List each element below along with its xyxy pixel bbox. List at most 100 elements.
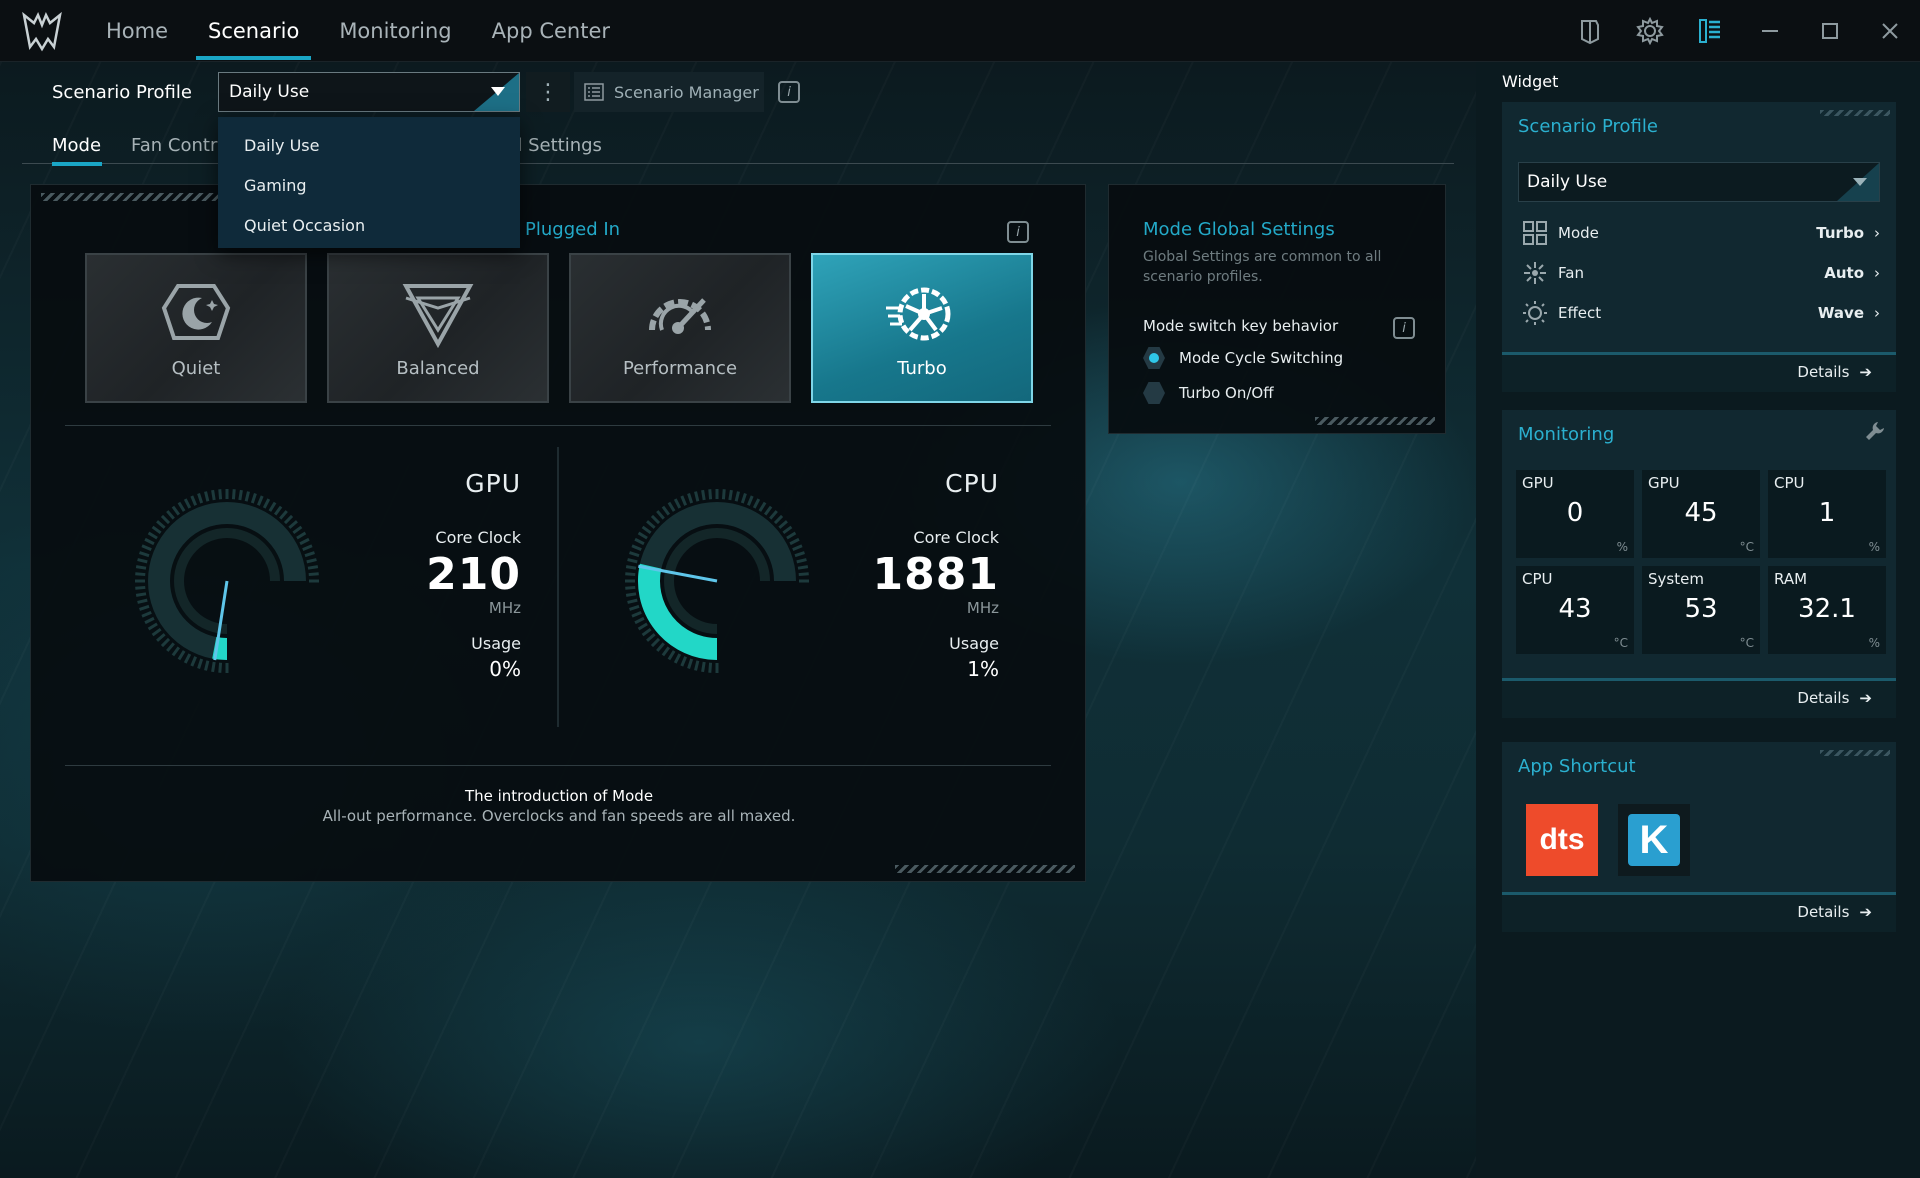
gauge-tick bbox=[752, 498, 761, 509]
nav-tab-monitoring[interactable]: Monitoring bbox=[319, 0, 471, 62]
monitoring-grid: GPU 0 % GPU 45 °C CPU 1 % CPU 43 °C Syst… bbox=[1516, 470, 1886, 654]
arrow-right-icon: ➔ bbox=[1859, 363, 1872, 381]
widget-profile-details-link[interactable]: Details ➔ bbox=[1797, 363, 1872, 381]
widget-shortcut-details-link[interactable]: Details ➔ bbox=[1797, 903, 1872, 921]
scenario-profile-select[interactable]: Daily Use bbox=[218, 72, 520, 112]
scenario-manager-label: Scenario Manager bbox=[614, 82, 759, 102]
scenario-profile-dropdown: Daily Use Gaming Quiet Occasion bbox=[218, 117, 520, 248]
widget-row-mode[interactable]: Mode Turbo › bbox=[1522, 216, 1880, 250]
gauge-separator bbox=[557, 447, 559, 727]
monitor-value: 0 bbox=[1566, 498, 1584, 528]
gauge-tick bbox=[792, 544, 803, 552]
wrench-icon[interactable] bbox=[1864, 420, 1886, 442]
gauge-tick bbox=[137, 558, 148, 564]
fan-icon bbox=[1524, 262, 1546, 284]
widget-monitoring-details-link[interactable]: Details ➔ bbox=[1797, 689, 1872, 707]
gauge-tick bbox=[211, 661, 216, 673]
laptop-shield-icon bbox=[1581, 19, 1599, 44]
mode-card-turbo[interactable]: Turbo bbox=[811, 253, 1033, 403]
widget-card-footer: Details ➔ bbox=[1502, 892, 1896, 932]
widget-panel-button[interactable] bbox=[1680, 0, 1740, 62]
radio-turbo-on-off[interactable]: Turbo On/Off bbox=[1143, 382, 1274, 404]
gauge-tick bbox=[667, 650, 676, 661]
gauge-tick bbox=[625, 585, 636, 590]
widget-row-fan[interactable]: Fan Auto › bbox=[1522, 256, 1880, 290]
widget-card-title: Scenario Profile bbox=[1518, 116, 1658, 137]
gauge-tick bbox=[147, 531, 158, 540]
mode-switch-key-label: Mode switch key behavior bbox=[1143, 317, 1339, 335]
close-button[interactable] bbox=[1860, 0, 1920, 62]
dropdown-option-gaming[interactable]: Gaming bbox=[218, 165, 520, 205]
dropdown-option-quiet-occasion[interactable]: Quiet Occasion bbox=[218, 205, 520, 245]
gauge-tick bbox=[661, 505, 671, 516]
mode-card-balanced[interactable]: Balanced bbox=[327, 253, 549, 403]
gauge-tick bbox=[667, 501, 676, 512]
gauge-tick bbox=[625, 572, 636, 577]
cpu-clock-label: Core Clock bbox=[913, 528, 999, 547]
chevron-right-icon: › bbox=[1874, 264, 1880, 282]
gauge-tick bbox=[204, 660, 210, 671]
gauge-tick bbox=[769, 510, 778, 520]
gauge-tick bbox=[262, 498, 271, 509]
nav-tab-scenario[interactable]: Scenario bbox=[188, 0, 319, 62]
power-state-label: Plugged In bbox=[525, 219, 621, 240]
mode-card-performance[interactable]: Performance bbox=[569, 253, 791, 403]
widget-profile-value: Daily Use bbox=[1527, 172, 1608, 192]
nav-tab-home[interactable]: Home bbox=[86, 0, 188, 62]
mode-intro-text: All-out performance. Overclocks and fan … bbox=[322, 807, 796, 825]
gauge-tick bbox=[631, 544, 642, 552]
widget-card-footer: Details ➔ bbox=[1502, 352, 1896, 392]
key-behavior-info-icon[interactable]: i bbox=[1393, 317, 1415, 339]
gauge-tick bbox=[721, 489, 726, 500]
nav-tab-app-center[interactable]: App Center bbox=[472, 0, 630, 62]
gauge-tick bbox=[625, 592, 637, 597]
cpu-clock-unit: MHz bbox=[966, 599, 999, 617]
gauge-tick bbox=[637, 622, 648, 631]
gauge-tick bbox=[144, 616, 155, 625]
mode-info-icon[interactable]: i bbox=[1007, 221, 1029, 243]
monitor-unit: °C bbox=[1739, 540, 1754, 554]
subtab-mode[interactable]: Mode bbox=[22, 126, 131, 166]
radio-mode-cycle-switching[interactable]: Mode Cycle Switching bbox=[1143, 347, 1343, 369]
gauge-tick bbox=[292, 525, 303, 535]
gauge-tick bbox=[160, 514, 171, 525]
gauge-tick bbox=[646, 633, 656, 642]
gauge-tick bbox=[183, 653, 192, 664]
mode-cards: Quiet Balanced Performance Turbo bbox=[85, 253, 1033, 403]
gauge-tick bbox=[687, 658, 694, 669]
arrow-right-icon: ➔ bbox=[1859, 903, 1872, 921]
app-shortcut-dts[interactable]: dts bbox=[1526, 804, 1598, 876]
gauge-tick bbox=[250, 493, 257, 504]
widget-card-title: Monitoring bbox=[1518, 424, 1615, 445]
cpu-usage-gauge bbox=[625, 489, 809, 673]
widget-row-label: Fan bbox=[1558, 264, 1584, 282]
gauge-tick bbox=[288, 520, 298, 529]
mode-card-quiet[interactable]: Quiet bbox=[85, 253, 307, 403]
gauge-tick bbox=[268, 501, 277, 512]
gauge-tick bbox=[171, 505, 181, 516]
app-shortcut-killer[interactable]: K bbox=[1618, 804, 1690, 876]
laptop-shield-button[interactable] bbox=[1560, 0, 1620, 62]
more-options-button[interactable]: ⋮ bbox=[526, 72, 570, 112]
maximize-button[interactable] bbox=[1800, 0, 1860, 62]
gauge-tick bbox=[627, 598, 638, 604]
chevron-right-icon: › bbox=[1874, 304, 1880, 322]
select-caret-bg bbox=[474, 73, 519, 111]
predator-logo-icon bbox=[22, 11, 62, 51]
monitor-value: 32.1 bbox=[1798, 594, 1856, 624]
gauge-tick bbox=[190, 495, 198, 506]
scenario-manager-button[interactable]: Scenario Manager bbox=[574, 72, 764, 112]
info-icon[interactable]: i bbox=[778, 81, 800, 103]
killer-icon: K bbox=[1628, 814, 1680, 866]
widget-profile-select[interactable]: Daily Use bbox=[1518, 162, 1880, 202]
gauge-tick bbox=[773, 514, 784, 525]
widget-row-effect[interactable]: Effect Wave › bbox=[1522, 296, 1880, 330]
minimize-button[interactable] bbox=[1740, 0, 1800, 62]
settings-button[interactable] bbox=[1620, 0, 1680, 62]
dropdown-option-daily-use[interactable]: Daily Use bbox=[218, 125, 520, 165]
gauge-tick bbox=[661, 646, 671, 657]
quiet-moon-icon bbox=[161, 283, 231, 340]
widget-card-title: App Shortcut bbox=[1518, 756, 1636, 777]
gauge-tick bbox=[680, 656, 688, 667]
mode-panel: Plugged In i Quiet Balanced Performance … bbox=[30, 184, 1086, 882]
